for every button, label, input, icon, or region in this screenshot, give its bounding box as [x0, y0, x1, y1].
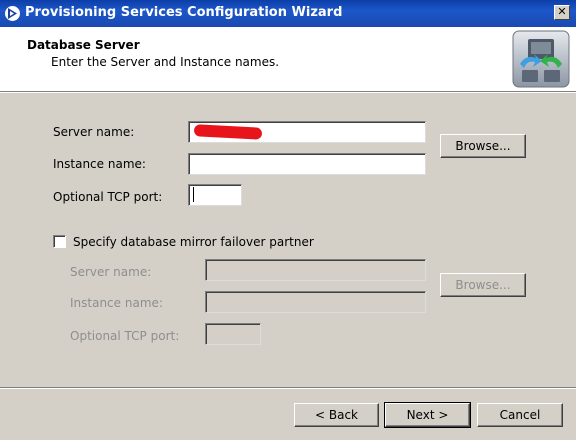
close-button[interactable]: ✕ — [554, 5, 570, 20]
mirror-tcp-port-label: Optional TCP port: — [70, 329, 180, 343]
mirror-instance-name-label: Instance name: — [70, 296, 163, 310]
server-name-label: Server name: — [53, 125, 135, 139]
back-button[interactable]: < Back — [294, 403, 379, 427]
browse-button[interactable]: Browse... — [440, 134, 526, 158]
next-button[interactable]: Next > — [384, 402, 471, 428]
mirror-checkbox[interactable] — [53, 235, 66, 248]
mirror-instance-name-input[interactable] — [205, 291, 426, 313]
mirror-server-name-label: Server name: — [70, 265, 152, 279]
window-title: Provisioning Services Configuration Wiza… — [25, 5, 343, 20]
mirror-checkbox-label[interactable]: Specify database mirror failover partner — [73, 235, 314, 249]
text-caret — [193, 187, 194, 202]
page-subtitle: Enter the Server and Instance names. — [51, 55, 280, 69]
app-icon — [5, 6, 20, 21]
instance-name-input[interactable] — [188, 153, 426, 175]
provisioning-logo-icon — [512, 30, 570, 88]
mirror-server-name-input[interactable] — [205, 259, 426, 281]
cancel-button[interactable]: Cancel — [477, 403, 563, 427]
tcp-port-input[interactable] — [188, 184, 242, 206]
page-title: Database Server — [27, 38, 140, 52]
footer-divider — [0, 387, 576, 389]
instance-name-label: Instance name: — [53, 157, 146, 171]
close-icon: ✕ — [557, 5, 567, 18]
mirror-tcp-port-input[interactable] — [205, 323, 261, 345]
tcp-port-label: Optional TCP port: — [53, 190, 163, 204]
mirror-browse-button[interactable]: Browse... — [440, 273, 526, 297]
wizard-header: Database Server Enter the Server and Ins… — [0, 27, 576, 93]
title-bar: Provisioning Services Configuration Wiza… — [0, 0, 576, 27]
